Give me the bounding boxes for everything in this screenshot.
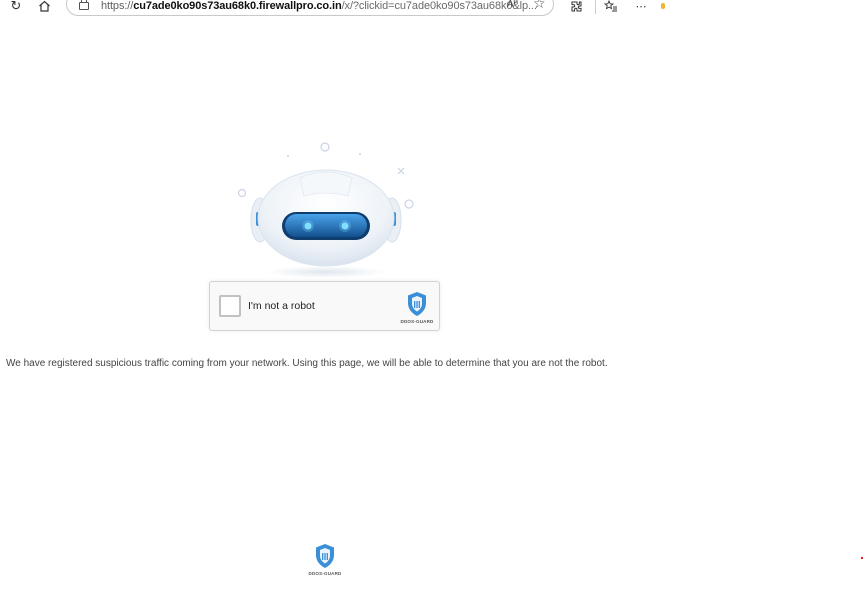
- bubble-decoration: [320, 142, 330, 152]
- footer-brand: DDOS-GUARD: [308, 571, 342, 576]
- ddos-guard-footer-shield-icon: [316, 544, 334, 568]
- address-bar[interactable]: https://cu7ade0ko90s73au68k0.firewallpro…: [66, 0, 554, 16]
- browser-toolbar: ↻ https://cu7ade0ko90s73au68k0.firewallp…: [0, 0, 865, 18]
- captcha-brand: DDOS-GUARD: [400, 319, 434, 324]
- lock-icon[interactable]: [79, 0, 89, 10]
- captcha-widget: I'm not a robot DDOS-GUARD: [209, 281, 440, 331]
- toolbar-separator: [595, 0, 596, 14]
- dot-decoration: [287, 155, 289, 157]
- url-scheme: https://: [101, 0, 134, 12]
- more-icon[interactable]: ⋯: [634, 0, 648, 15]
- edge-profile-icon[interactable]: [661, 3, 665, 9]
- stray-dot: [861, 557, 863, 559]
- suspicious-traffic-message: We have registered suspicious traffic co…: [6, 358, 608, 369]
- robot-illustration: [230, 138, 430, 283]
- url-text[interactable]: https://cu7ade0ko90s73au68k0.firewallpro…: [101, 0, 537, 12]
- bubble-decoration: [404, 199, 414, 209]
- home-icon[interactable]: [36, 0, 52, 15]
- url-domain: cu7ade0ko90s73au68k0.firewallpro.co.in: [133, 0, 342, 12]
- not-robot-checkbox[interactable]: [219, 295, 241, 317]
- bubble-decoration: [237, 188, 247, 198]
- read-aloud-icon[interactable]: Aᴾ: [507, 0, 518, 10]
- ddos-guard-shield-icon: [408, 292, 426, 316]
- refresh-icon[interactable]: ↻: [8, 0, 24, 15]
- cross-decoration: [397, 167, 405, 175]
- dot-decoration: [359, 153, 361, 155]
- favorite-star-icon[interactable]: ☆: [533, 0, 546, 12]
- extensions-icon[interactable]: [568, 0, 584, 15]
- favorites-icon[interactable]: [603, 0, 619, 15]
- captcha-label: I'm not a robot: [248, 300, 315, 312]
